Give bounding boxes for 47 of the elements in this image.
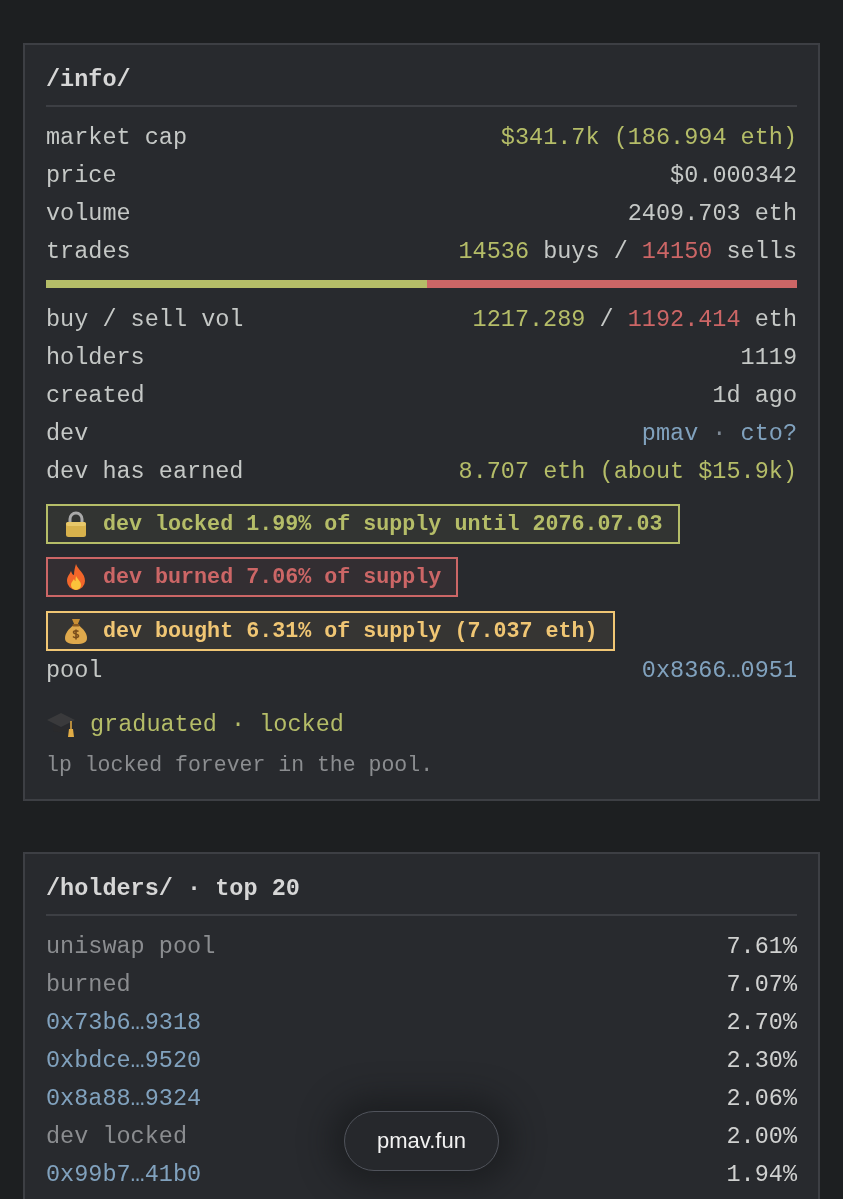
text-link[interactable]: pmav <box>641 415 699 453</box>
stat-label: market cap <box>46 123 188 153</box>
holder-share: 2.70% <box>726 1008 797 1038</box>
holder-share: 2.06% <box>726 1084 797 1114</box>
stat-label: dev has earned <box>46 457 244 487</box>
stat-value: $341.7k (186.994 eth) <box>500 123 797 153</box>
stat-value: 2409.703 eth <box>627 199 797 229</box>
stat-value: 1119 <box>740 343 797 373</box>
holder-share: 7.61% <box>726 932 797 962</box>
holder-name: burned <box>46 970 131 1000</box>
address-bar[interactable]: pmav.fun <box>344 1111 499 1171</box>
stat-value: 1217.289 / 1192.414 eth <box>472 305 797 335</box>
holder-share: 2.00% <box>726 1122 797 1152</box>
notice-text: dev bought 6.31% of supply (7.037 eth) <box>103 618 598 644</box>
separator-dot: · <box>711 419 728 449</box>
stat-value: $0.000342 <box>670 161 797 191</box>
holder-name: uniswap pool <box>46 932 216 962</box>
holder-share: 7.07% <box>726 970 797 1000</box>
holder-address-link[interactable]: 0x8a88…9324 <box>46 1080 202 1118</box>
holder-address-link[interactable]: 0xbdce…9520 <box>46 1042 202 1080</box>
stat-label: volume <box>46 199 131 229</box>
holder-address-link[interactable]: 0x99b7…41b0 <box>46 1156 202 1194</box>
stat-label: pool <box>46 656 103 686</box>
stat-label: dev <box>46 419 89 449</box>
stat-label: created <box>46 381 145 411</box>
section-title: /holders/ · top 20 <box>46 874 301 904</box>
stat-label: buy / sell vol <box>46 305 244 335</box>
notice-text: dev burned 7.06% of supply <box>103 564 442 590</box>
money-bag-icon <box>64 617 88 645</box>
stat-value: 14536 buys / 14150 sells <box>458 237 797 267</box>
stat-label: price <box>46 161 117 191</box>
stat-label: trades <box>46 237 131 267</box>
padlock-icon <box>64 510 88 538</box>
holder-name: dev locked <box>46 1122 188 1152</box>
note-text: lp locked forever in the pool. <box>46 752 435 779</box>
status-text: graduated · locked <box>90 710 344 738</box>
stat-value: 8.707 eth (about $15.9k) <box>458 457 797 487</box>
flame-icon <box>64 563 88 591</box>
section-title: /info/ <box>46 65 132 95</box>
holder-share: 2.30% <box>726 1046 797 1076</box>
holder-address-link[interactable]: 0x73b6…9318 <box>46 1004 202 1042</box>
text-link[interactable]: cto? <box>740 415 797 453</box>
stat-value: 1d ago <box>712 381 797 411</box>
notice-text: dev locked 1.99% of supply until 2076.07.03 <box>103 511 663 537</box>
text-link[interactable]: 0x8366…0951 <box>641 652 797 690</box>
stat-label: holders <box>46 343 145 373</box>
holder-share: 1.94% <box>726 1160 797 1190</box>
